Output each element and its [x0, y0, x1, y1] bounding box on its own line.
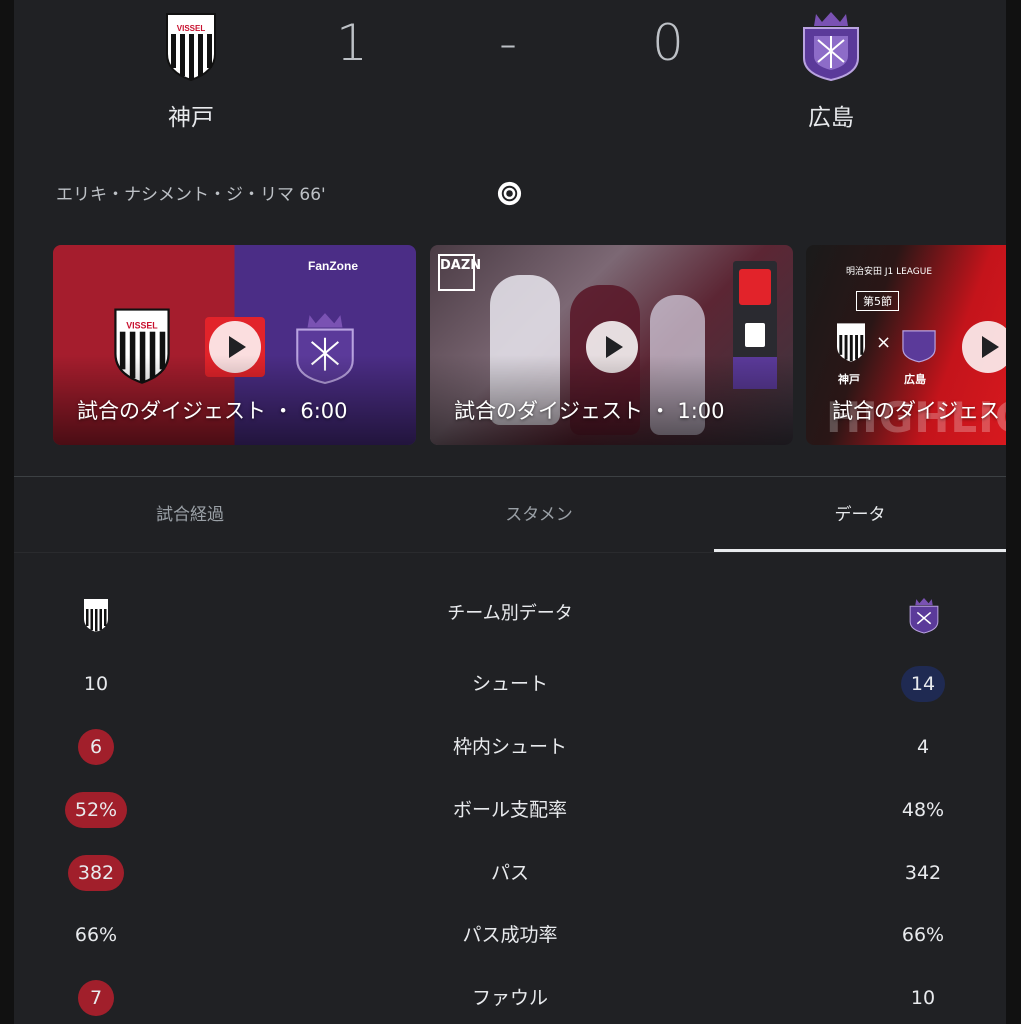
away-stat-value: 4 — [916, 736, 930, 758]
stat-row: 52% ボール支配率 48% — [14, 792, 1006, 836]
sanfrecce-hiroshima-crest-icon — [902, 330, 936, 363]
stat-row: 7 ファウル 10 — [14, 980, 1006, 1024]
stat-label: シュート — [471, 673, 548, 695]
highlight-card[interactable]: 明治安田 J1 LEAGUE 第5節 × 神戸 広島 HIGHLIGHTS 試合… — [806, 245, 1006, 445]
dazn-logo-icon: DAZN — [438, 254, 481, 291]
divider — [14, 552, 1006, 553]
stat-label: パス成功率 — [462, 924, 558, 946]
stat-label: 枠内シュート — [452, 736, 567, 758]
highlight-caption: 試合のダイジェスト — [832, 399, 1006, 423]
sanfrecce-hiroshima-crest-icon — [909, 598, 939, 634]
svg-text:VISSEL: VISSEL — [177, 24, 206, 33]
versus-mark: × — [876, 332, 892, 353]
home-stat-value: 52% — [64, 792, 128, 828]
highlight-card[interactable]: DAZN 試合のダイジェスト ・ 1:00 — [430, 245, 793, 445]
away-stat-value: 10 — [910, 987, 936, 1009]
stat-label: ボール支配率 — [452, 799, 567, 821]
highlight-caption: 試合のダイジェスト ・ 6:00 — [77, 399, 348, 423]
tab-lineup[interactable]: スタメン — [439, 500, 639, 525]
highlight-card[interactable]: FanZone VISSEL 試合のダイジェスト ・ 6:00 — [53, 245, 416, 445]
away-stat-value: 66% — [901, 924, 945, 946]
divider — [14, 476, 1006, 477]
home-stat-value: 10 — [83, 673, 109, 695]
vissel-kobe-crest-icon — [837, 323, 865, 362]
stats-header: チーム別データ — [14, 596, 1006, 640]
home-score: 1 — [336, 14, 368, 72]
home-team[interactable]: VISSEL 神戸 — [121, 10, 261, 132]
tab-match-progress[interactable]: 試合経過 — [90, 500, 290, 525]
stat-row: 382 パス 342 — [14, 855, 1006, 899]
soccer-ball-icon — [497, 181, 522, 206]
stat-row: 66% パス成功率 66% — [14, 917, 1006, 961]
score-separator: - — [499, 14, 518, 72]
tab-data[interactable]: データ — [760, 500, 960, 525]
home-stat-value: 7 — [64, 980, 128, 1016]
goal-scorer: エリキ・ナシメント・ジ・リマ 66' — [56, 185, 326, 205]
sanfrecce-hiroshima-crest-icon — [803, 12, 859, 82]
stat-row: 6 枠内シュート 4 — [14, 729, 1006, 773]
home-team-name: 神戸 — [168, 105, 214, 131]
fanzone-badge: FanZone — [308, 259, 358, 273]
home-stat-value: 6 — [64, 729, 128, 765]
card-home-team: 神戸 — [838, 373, 860, 386]
svg-text:VISSEL: VISSEL — [126, 320, 158, 330]
away-team-name: 広島 — [808, 105, 854, 131]
league-name: 明治安田 J1 LEAGUE — [846, 267, 933, 277]
highlights-carousel[interactable]: FanZone VISSEL 試合のダイジェスト ・ 6:00 DAZN 試合の… — [53, 245, 1006, 445]
away-score: 0 — [652, 14, 684, 72]
stat-row: 10 シュート 14 — [14, 666, 1006, 710]
round-label: 第5節 — [856, 291, 899, 311]
away-team[interactable]: 広島 — [761, 8, 901, 132]
stats-title: チーム別データ — [447, 603, 573, 624]
away-stat-value: 342 — [904, 862, 942, 884]
home-stat-value: 66% — [74, 924, 118, 946]
highlight-caption: 試合のダイジェスト ・ 1:00 — [454, 399, 725, 423]
vissel-kobe-crest-icon: VISSEL — [166, 13, 216, 82]
away-stat-value: 14 — [891, 666, 955, 702]
stat-label: パス — [490, 862, 529, 884]
play-button-icon[interactable] — [962, 321, 1006, 373]
away-stat-value: 48% — [901, 799, 945, 821]
stat-label: ファウル — [471, 987, 548, 1009]
home-stat-value: 382 — [64, 855, 128, 891]
card-away-team: 広島 — [904, 373, 926, 386]
vissel-kobe-crest-icon — [84, 599, 108, 632]
